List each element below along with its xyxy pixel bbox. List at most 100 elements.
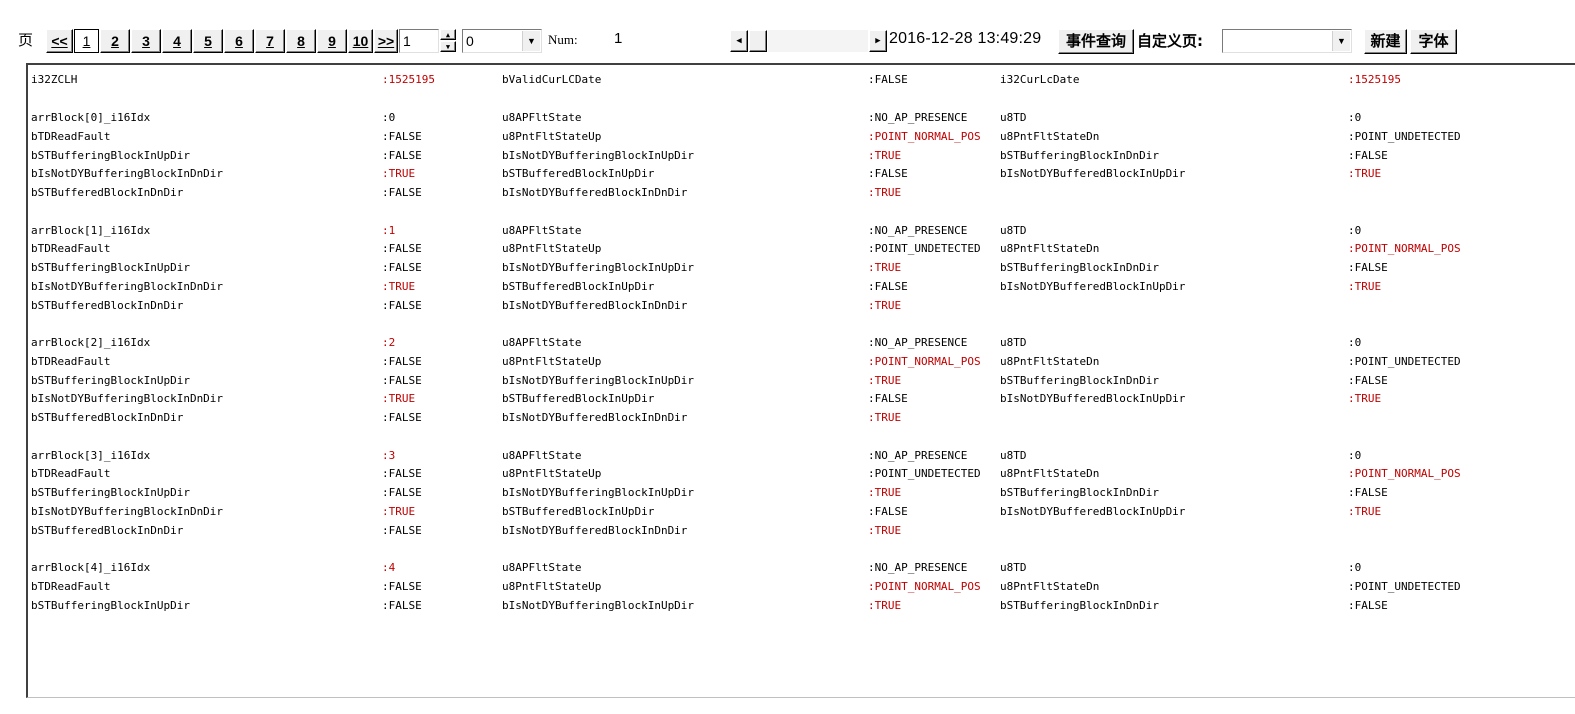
block-select[interactable]: 0 ▼ [462,29,542,53]
page-button-5[interactable]: 5 [193,29,223,53]
var-name: bTDReadFault [31,242,111,255]
var-value: :2 [382,336,396,349]
var-value: :FALSE [382,580,422,593]
var-value: :FALSE [382,599,422,612]
var-name: arrBlock[2]_i16Idx [31,336,151,349]
var-name: bSTBufferingBlockInUpDir [31,374,190,387]
var-value: :POINT_NORMAL_POS [1348,242,1461,255]
var-value: :TRUE [1348,280,1382,293]
var-name: bIsNotDYBufferingBlockInUpDir [502,261,695,274]
table-row: bSTBufferedBlockInDnDir:FALSE bIsNotDYBuf… [28,409,1574,427]
var-value: :POINT_UNDETECTED [1348,580,1461,593]
var-name: bSTBufferingBlockInUpDir [31,486,190,499]
event-query-button[interactable]: 事件查询 [1058,29,1134,54]
var-value: :TRUE [382,392,416,405]
table-row: arrBlock[0]_i16Idx:0 u8APFltState:NO_AP_P… [28,109,1574,127]
chevron-down-icon[interactable]: ▼ [522,31,540,51]
var-name: u8PntFltStateUp [502,467,602,480]
var-value: :FALSE [868,392,908,405]
new-button[interactable]: 新建 [1364,29,1407,54]
var-name: bSTBufferingBlockInUpDir [31,599,190,612]
next-page-button[interactable]: >> [374,29,398,53]
page-button-9[interactable]: 9 [317,29,347,53]
custom-page-select[interactable]: ▼ [1222,29,1352,53]
var-name: bIsNotDYBufferedBlockInDnDir [502,411,688,424]
page-button-8[interactable]: 8 [286,29,316,53]
var-name: bIsNotDYBufferingBlockInUpDir [502,486,695,499]
table-row: arrBlock[1]_i16Idx:1 u8APFltState:NO_AP_P… [28,222,1574,240]
scroll-right-icon[interactable]: ▶ [869,30,887,52]
var-name: arrBlock[3]_i16Idx [31,449,151,462]
font-button[interactable]: 字体 [1410,29,1457,54]
var-name: bSTBufferingBlockInUpDir [31,149,190,162]
table-row: bSTBufferingBlockInUpDir:FALSE bIsNotDYBu… [28,484,1574,502]
page-number-input[interactable]: 1 [399,29,439,53]
var-name: bSTBufferedBlockInDnDir [31,186,184,199]
page-button-3[interactable]: 3 [131,29,161,53]
table-row: bTDReadFault:FALSE u8PntFltStateUp:POINT_… [28,128,1574,146]
scroll-track[interactable] [768,30,868,52]
var-value: :FALSE [868,167,908,180]
var-value: :POINT_NORMAL_POS [1348,467,1461,480]
var-value: :TRUE [868,524,902,537]
spin-down-icon[interactable]: ▼ [440,41,456,52]
var-value: :FALSE [868,505,908,518]
spin-up-icon[interactable]: ▲ [440,29,456,40]
var-name: bSTBufferingBlockInDnDir [1000,486,1159,499]
var-value: :TRUE [868,599,902,612]
table-row: bSTBufferedBlockInDnDir:FALSE bIsNotDYBuf… [28,297,1574,315]
var-name: u8PntFltStateDn [1000,580,1100,593]
var-value: :TRUE [1348,392,1382,405]
table-row: bSTBufferingBlockInUpDir:FALSE bIsNotDYBu… [28,597,1574,615]
page-button-10[interactable]: 10 [348,29,373,53]
table-row: bSTBufferedBlockInDnDir:FALSE bIsNotDYBuf… [28,522,1574,540]
page-button-4[interactable]: 4 [162,29,192,53]
var-name: u8APFltState [502,224,582,237]
var-value: :TRUE [868,261,902,274]
var-value: :NO_AP_PRESENCE [868,336,968,349]
var-value: :FALSE [382,261,422,274]
var-name: u8TD [1000,111,1027,124]
var-value: :FALSE [1348,599,1388,612]
page-button-2[interactable]: 2 [100,29,130,53]
var-value: :TRUE [1348,505,1382,518]
chevron-down-icon[interactable]: ▼ [1332,31,1350,51]
var-name: bIsNotDYBufferedBlockInUpDir [1000,392,1186,405]
var-value: :TRUE [868,149,902,162]
var-name: u8TD [1000,336,1027,349]
var-name: bIsNotDYBufferingBlockInDnDir [31,505,224,518]
var-value: :1525195 [382,73,435,86]
page-label: 页 [18,31,34,49]
var-name: bSTBufferedBlockInUpDir [502,392,655,405]
var-name: u8PntFltStateDn [1000,467,1100,480]
scroll-left-icon[interactable]: ◀ [730,30,748,52]
var-name: u8TD [1000,561,1027,574]
page-button-7[interactable]: 7 [255,29,285,53]
var-value: :TRUE [868,299,902,312]
table-row: bSTBufferingBlockInUpDir :FALSE bIsNotDYBu… [28,259,1574,277]
var-value: :FALSE [1348,374,1388,387]
var-value: :4 [382,561,396,574]
table-row: bTDReadFault:FALSE u8PntFltStateUp:POINT_… [28,465,1574,483]
var-name: bIsNotDYBufferedBlockInUpDir [1000,505,1186,518]
var-name: u8APFltState [502,449,582,462]
var-name: bSTBufferedBlockInUpDir [502,280,655,293]
var-name: u8PntFltStateDn [1000,242,1100,255]
prev-page-button[interactable]: << [46,29,73,53]
var-name: u8APFltState [502,561,582,574]
var-value: :1525195 [1348,73,1401,86]
table-row: bIsNotDYBufferingBlockInDnDir:TRUE bSTBuf… [28,278,1574,296]
scroll-thumb[interactable] [749,30,767,52]
var-name: bSTBufferingBlockInUpDir [31,261,190,274]
page-button-1[interactable]: 1 [74,29,99,53]
var-value: :0 [1348,224,1362,237]
table-row: bTDReadFault:FALSE u8PntFltStateUp:POINT_… [28,578,1574,596]
var-value: :FALSE [382,242,422,255]
var-name: bSTBufferedBlockInDnDir [31,411,184,424]
var-name: bTDReadFault [31,130,111,143]
header-row: i32ZCLH:1525195 bValidCurLCDate:FALSE i32C… [28,71,1574,89]
table-row: arrBlock[4]_i16Idx:4 u8APFltState:NO_AP_P… [28,559,1574,577]
var-name: u8TD [1000,449,1027,462]
var-name: u8PntFltStateUp [502,355,602,368]
page-button-6[interactable]: 6 [224,29,254,53]
